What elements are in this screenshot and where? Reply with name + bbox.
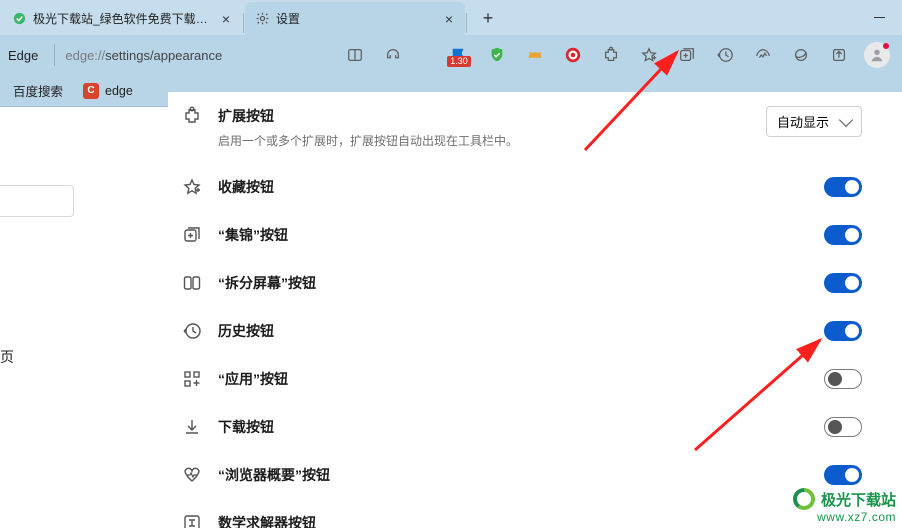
setting-row-perf: “浏览器概要”按钮 bbox=[168, 451, 902, 499]
tab-settings[interactable]: 设置 × bbox=[245, 2, 465, 35]
history-icon[interactable] bbox=[708, 40, 742, 70]
setting-row-split: “拆分屏幕”按钮 bbox=[168, 259, 902, 307]
history-toggle[interactable] bbox=[824, 321, 862, 341]
settings-sidebar-fragment: 页 bbox=[0, 107, 74, 528]
extensions-icon[interactable] bbox=[594, 40, 628, 70]
setting-row-extensions: 扩展按钮 启用一个或多个扩展时，扩展按钮自动出现在工具栏中。 自动显示 bbox=[168, 92, 902, 163]
setting-title: 收藏按钮 bbox=[218, 177, 808, 197]
collections-toggle[interactable] bbox=[824, 225, 862, 245]
browser-name-label: Edge bbox=[8, 48, 38, 63]
tab-title: 极光下载站_绿色软件免费下载_… bbox=[33, 10, 212, 27]
chevron-down-icon bbox=[839, 112, 853, 126]
apps-grid-icon bbox=[182, 369, 202, 389]
setting-title: 历史按钮 bbox=[218, 321, 808, 341]
tab-divider bbox=[243, 13, 244, 33]
bookmark-favicon: C bbox=[83, 83, 99, 99]
perf-toggle[interactable] bbox=[824, 465, 862, 485]
share-icon[interactable] bbox=[822, 40, 856, 70]
puzzle-icon bbox=[182, 106, 202, 126]
watermark: 极光下载站 www.xz7.com bbox=[793, 488, 896, 524]
setting-row-collections: “集锦”按钮 bbox=[168, 211, 902, 259]
bookmark-label: 百度搜索 bbox=[13, 81, 63, 100]
tab-site[interactable]: 极光下载站_绿色软件免费下载_… × bbox=[2, 2, 242, 35]
setting-description: 启用一个或多个扩展时，扩展按钮自动出现在工具栏中。 bbox=[218, 132, 750, 149]
performance-icon[interactable] bbox=[746, 40, 780, 70]
window-titlebar: 极光下载站_绿色软件免费下载_… × 设置 × + bbox=[0, 0, 902, 35]
watermark-url: www.xz7.com bbox=[793, 510, 896, 524]
reader-mode-icon[interactable] bbox=[338, 40, 372, 70]
site-favicon bbox=[12, 11, 27, 26]
tab-divider bbox=[466, 13, 467, 33]
watermark-title: 极光下载站 bbox=[821, 489, 896, 510]
bookmark-baidu[interactable]: 百度搜索 bbox=[8, 78, 68, 103]
target-icon[interactable] bbox=[556, 40, 590, 70]
read-aloud-icon[interactable] bbox=[376, 40, 410, 70]
setting-row-history: 历史按钮 bbox=[168, 307, 902, 355]
setting-row-apps: “应用”按钮 bbox=[168, 355, 902, 403]
new-tab-button[interactable]: + bbox=[474, 4, 502, 32]
setting-title: “浏览器概要”按钮 bbox=[218, 465, 808, 485]
profile-avatar[interactable] bbox=[860, 40, 894, 70]
sidebar-input-fragment[interactable] bbox=[0, 185, 74, 217]
cat-icon[interactable] bbox=[518, 40, 552, 70]
url-scheme: edge:// bbox=[65, 48, 105, 63]
ie-mode-icon[interactable] bbox=[784, 40, 818, 70]
setting-row-math: 数学求解器按钮 bbox=[168, 499, 902, 528]
watermark-logo-icon bbox=[793, 488, 815, 510]
url-path: settings/appearance bbox=[105, 48, 222, 63]
download-icon bbox=[182, 417, 202, 437]
dropdown-value: 自动显示 bbox=[777, 112, 829, 131]
setting-title: “应用”按钮 bbox=[218, 369, 808, 389]
flag-icon[interactable]: 1.30 bbox=[442, 40, 476, 70]
setting-title: “集锦”按钮 bbox=[218, 225, 808, 245]
window-minimize-button[interactable] bbox=[856, 2, 902, 34]
favorites-icon[interactable] bbox=[632, 40, 666, 70]
extensions-visibility-dropdown[interactable]: 自动显示 bbox=[766, 106, 862, 137]
bookmark-label: edge bbox=[105, 84, 133, 98]
apps-toggle[interactable] bbox=[824, 369, 862, 389]
bookmark-edge[interactable]: C edge bbox=[78, 80, 138, 102]
tab-title: 设置 bbox=[276, 10, 435, 27]
setting-title: “拆分屏幕”按钮 bbox=[218, 273, 808, 293]
settings-content: 扩展按钮 启用一个或多个扩展时，扩展按钮自动出现在工具栏中。 自动显示 收藏按钮… bbox=[168, 92, 902, 528]
address-bar[interactable]: edge:// settings/appearance bbox=[65, 48, 222, 63]
math-icon bbox=[182, 513, 202, 528]
heartbeat-icon bbox=[182, 465, 202, 485]
setting-row-favorites: 收藏按钮 bbox=[168, 163, 902, 211]
sidebar-item-fragment[interactable]: 页 bbox=[0, 347, 74, 367]
tab-close-button[interactable]: × bbox=[218, 11, 234, 27]
star-plus-icon bbox=[182, 177, 202, 197]
tab-close-button[interactable]: × bbox=[441, 11, 457, 27]
window-controls bbox=[856, 0, 902, 35]
setting-row-downloads: 下载按钮 bbox=[168, 403, 902, 451]
browser-toolbar: Edge edge:// settings/appearance 1.30 bbox=[0, 35, 902, 75]
favorites-toggle[interactable] bbox=[824, 177, 862, 197]
gear-icon bbox=[255, 11, 270, 26]
separator bbox=[54, 44, 55, 66]
collections-icon[interactable] bbox=[670, 40, 704, 70]
split-screen-icon bbox=[182, 273, 202, 293]
setting-title: 数学求解器按钮 bbox=[218, 513, 862, 528]
history-clock-icon bbox=[182, 321, 202, 341]
setting-title: 扩展按钮 bbox=[218, 106, 750, 126]
flag-badge: 1.30 bbox=[447, 56, 471, 67]
downloads-toggle[interactable] bbox=[824, 417, 862, 437]
shield-icon[interactable] bbox=[480, 40, 514, 70]
setting-title: 下载按钮 bbox=[218, 417, 808, 437]
collections-plus-icon bbox=[182, 225, 202, 245]
split-toggle[interactable] bbox=[824, 273, 862, 293]
